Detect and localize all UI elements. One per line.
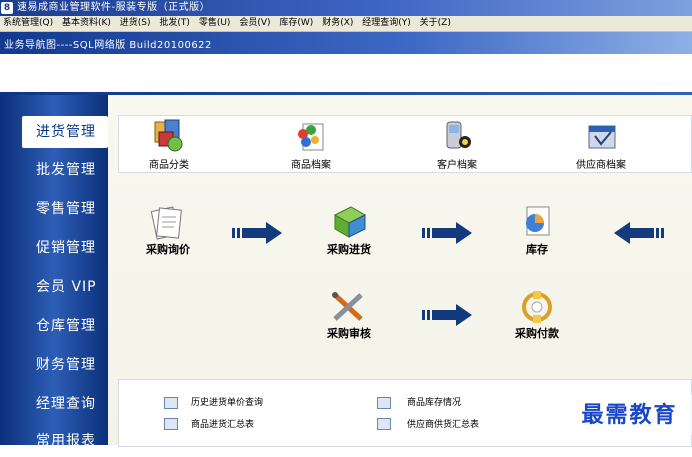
header-blank (0, 54, 692, 94)
stock-status-link[interactable]: 商品库存情况 (407, 395, 461, 408)
sidebar-item-wholesale[interactable]: 批发管理 (0, 154, 108, 186)
menu-manager-query[interactable]: 经理查询(Y) (359, 16, 414, 31)
archive-row: 商品分类 商品档案 客户档案 供应商档案 (118, 115, 692, 173)
sidebar-item-finance[interactable]: 财务管理 (0, 349, 108, 381)
supplier-summary-link[interactable]: 供应商供货汇总表 (407, 417, 479, 430)
review-label: 采购审核 (327, 327, 371, 340)
flow-arrow-2 (422, 221, 474, 249)
sidebar-item-warehouse[interactable]: 仓库管理 (0, 310, 108, 342)
supplier-archive-label: 供应商档案 (576, 160, 626, 171)
sidebar-item-common-reports[interactable]: 常用报表 (0, 425, 108, 457)
payment-label: 采购付款 (515, 327, 559, 340)
report-icon (164, 397, 178, 409)
flow-arrow-1 (232, 221, 284, 249)
inventory-label: 库存 (526, 243, 548, 256)
purchase-icon[interactable] (327, 201, 371, 241)
menu-retail[interactable]: 零售(U) (196, 16, 234, 31)
menu-about[interactable]: 关于(Z) (417, 16, 454, 31)
report-icon (377, 418, 391, 430)
menu-system[interactable]: 系统管理(Q) (0, 16, 56, 31)
watermark-logo: 最需教育 (567, 395, 692, 435)
payment-icon[interactable] (515, 287, 559, 327)
categories-label: 商品分类 (149, 160, 189, 171)
content-area: 商品分类 商品档案 客户档案 供应商档案 采购询价 采购进货 库存 采购审核 采… (108, 95, 692, 447)
nav-band: 业务导航图----SQL网络版 Build20100622 (0, 32, 692, 54)
sidebar-item-manager-query[interactable]: 经理查询 (0, 388, 108, 420)
sidebar-item-promotion[interactable]: 促销管理 (0, 232, 108, 264)
sidebar-item-retail[interactable]: 零售管理 (0, 193, 108, 225)
title-bar: 8 速易成商业管理软件-服装专版（正式版） (0, 0, 692, 16)
menu-finance[interactable]: 财务(X) (319, 16, 356, 31)
menu-member[interactable]: 会员(V) (236, 16, 273, 31)
window-title: 速易成商业管理软件-服装专版（正式版） (17, 2, 211, 13)
menu-inventory[interactable]: 库存(W) (276, 16, 316, 31)
sidebar: 进货管理 批发管理 零售管理 促销管理 会员 VIP 仓库管理 财务管理 经理查… (0, 95, 108, 449)
inquiry-icon[interactable] (146, 203, 190, 243)
purchase-summary-link[interactable]: 商品进货汇总表 (191, 417, 254, 430)
report-icon (164, 418, 178, 430)
review-icon[interactable] (327, 287, 371, 327)
flow-arrow-4 (422, 303, 474, 331)
menu-wholesale[interactable]: 批发(T) (156, 16, 193, 31)
categories-icon[interactable] (149, 118, 189, 158)
product-archive-label: 商品档案 (291, 160, 331, 171)
sidebar-item-member-vip[interactable]: 会员 VIP (0, 271, 108, 303)
purchase-label: 采购进货 (327, 243, 371, 256)
flow-arrow-3 (612, 221, 664, 249)
supplier-archive-icon[interactable] (581, 118, 621, 158)
customer-archive-icon[interactable] (437, 118, 477, 158)
report-icon (377, 397, 391, 409)
app-icon: 8 (1, 2, 13, 14)
inquiry-label: 采购询价 (146, 243, 190, 256)
sidebar-item-purchase[interactable]: 进货管理 (22, 116, 108, 148)
nav-title: 业务导航图----SQL网络版 Build20100622 (4, 40, 212, 51)
menu-purchase[interactable]: 进货(S) (117, 16, 154, 31)
history-price-link[interactable]: 历史进货单价查询 (191, 395, 263, 408)
customer-archive-label: 客户档案 (437, 160, 477, 171)
product-archive-icon[interactable] (291, 118, 331, 158)
inventory-icon[interactable] (515, 201, 559, 241)
menu-basic-data[interactable]: 基本资料(K) (59, 16, 114, 31)
menu-bar: 系统管理(Q) 基本资料(K) 进货(S) 批发(T) 零售(U) 会员(V) … (0, 16, 692, 32)
